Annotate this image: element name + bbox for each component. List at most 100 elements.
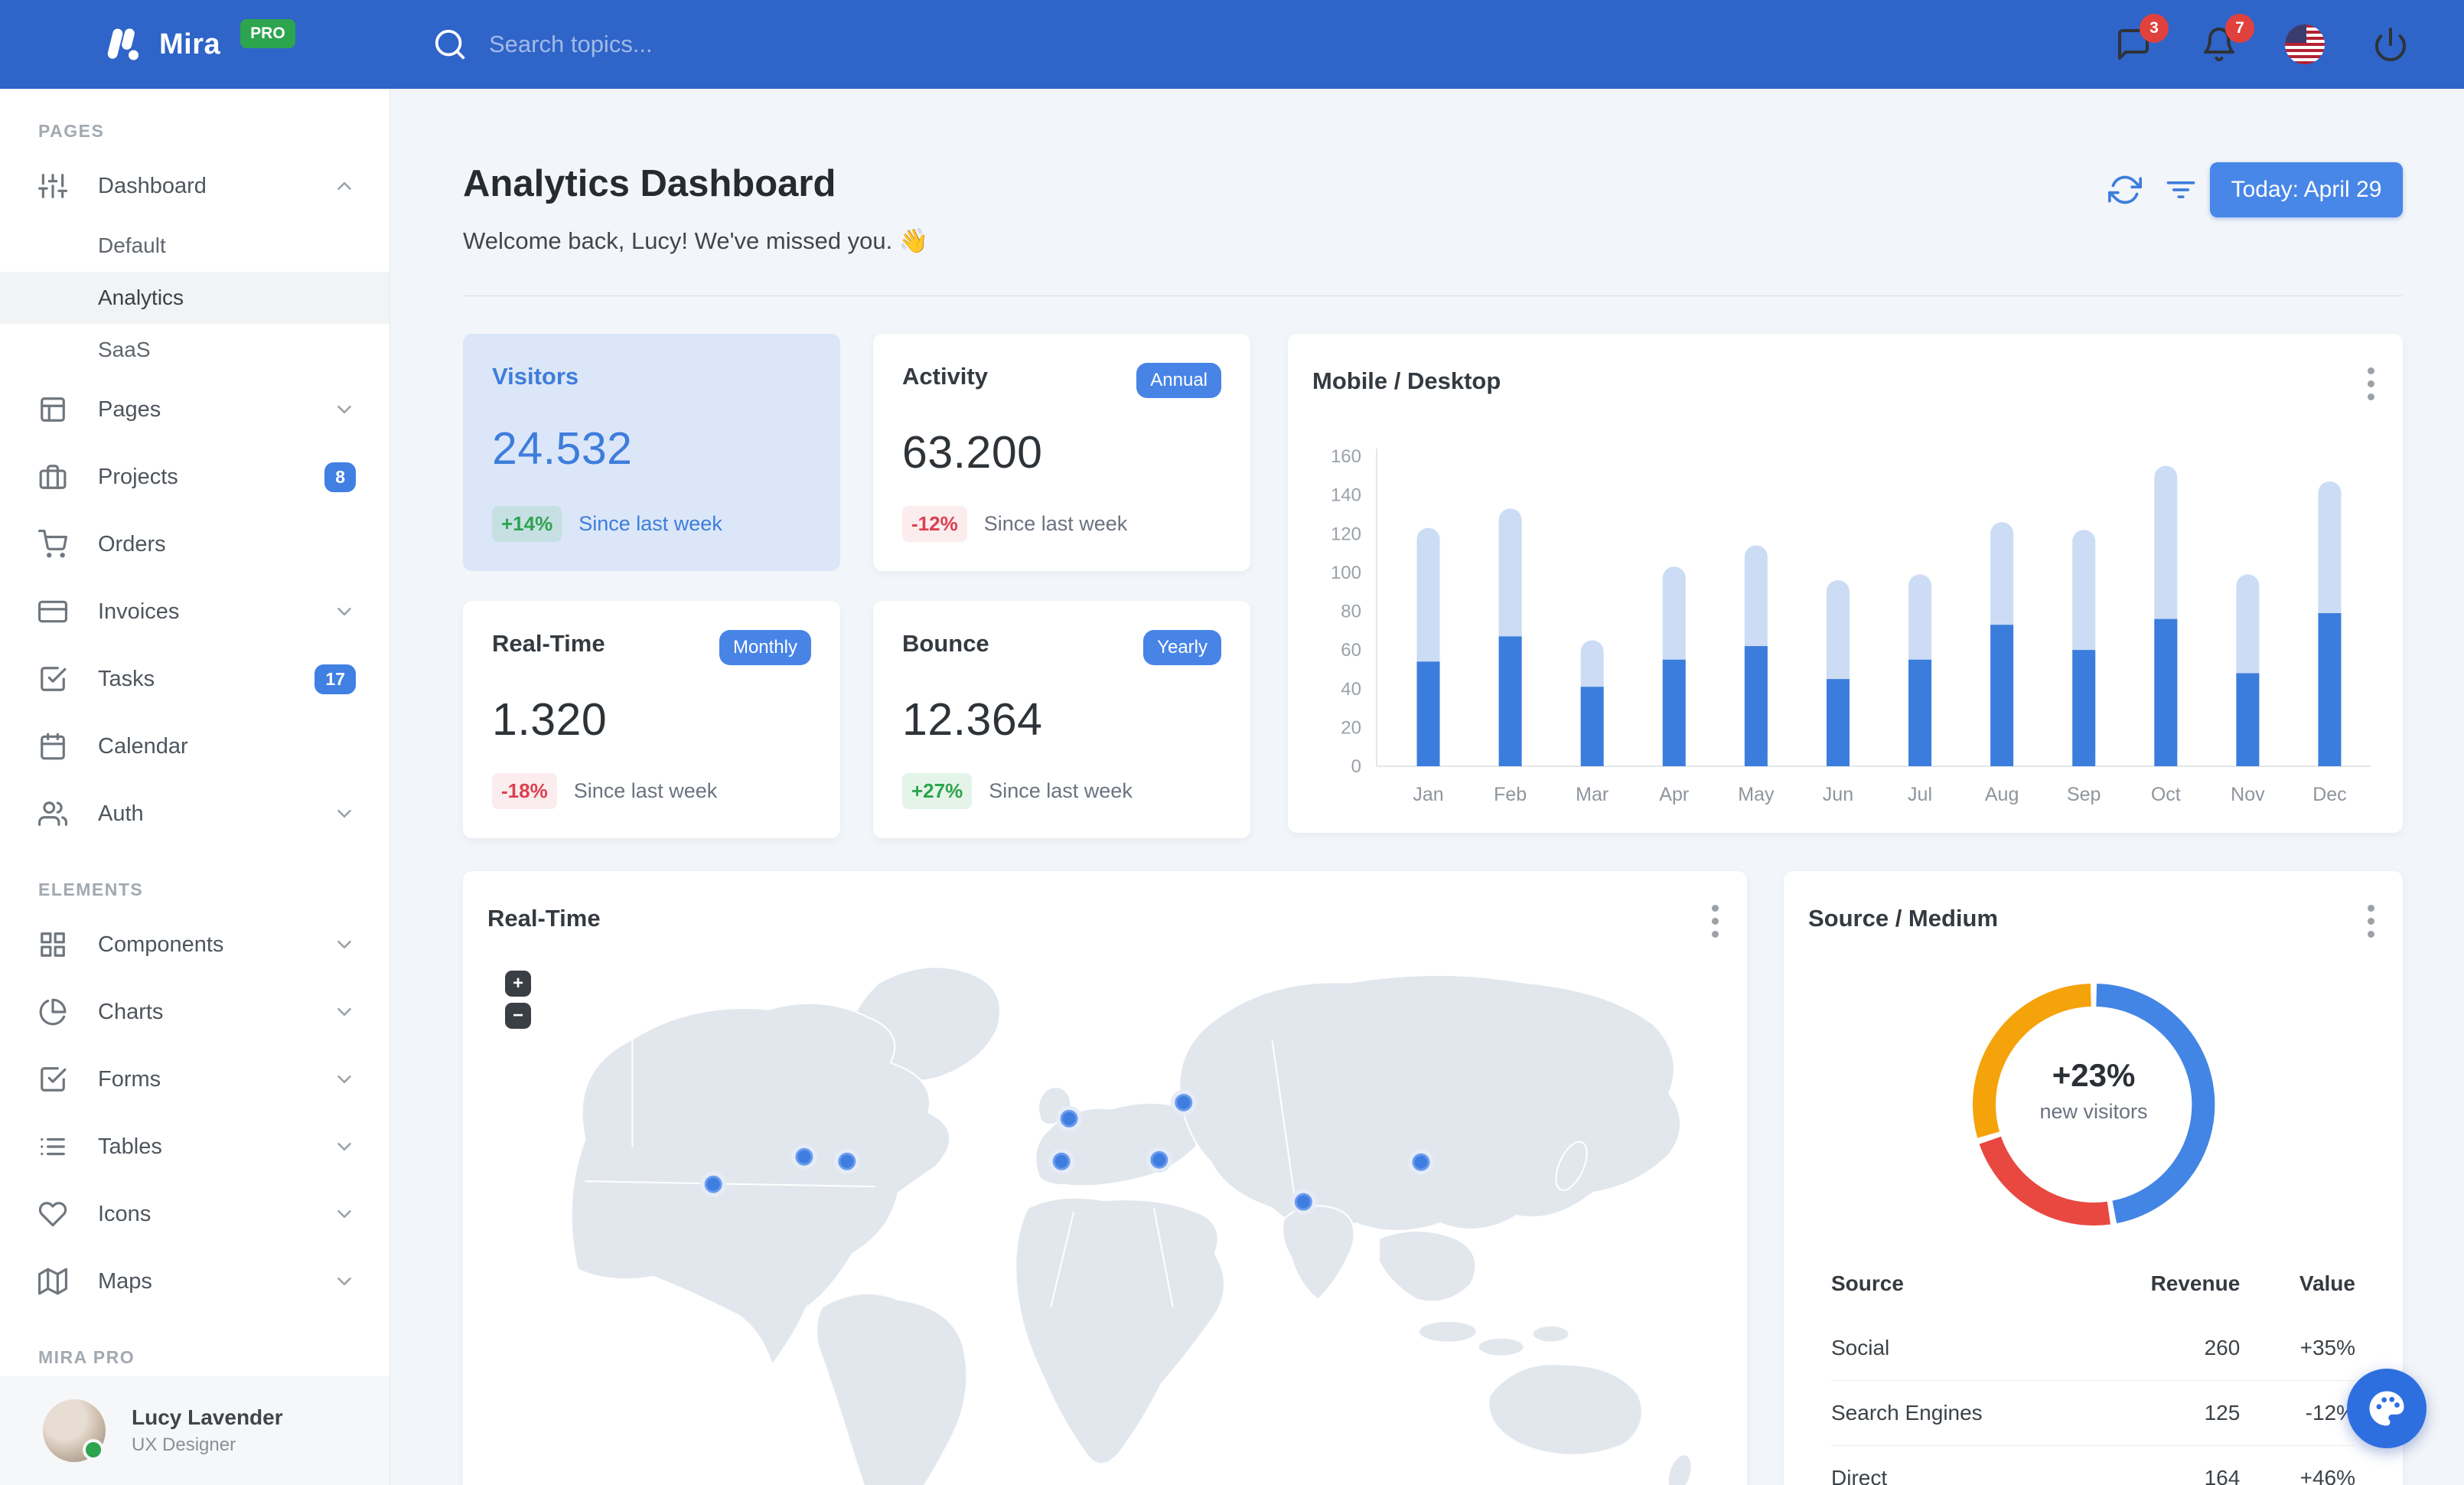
chev-up-icon [337, 182, 351, 190]
chevron-down-icon [333, 1068, 356, 1091]
stat-period-badge: Yearly [1143, 630, 1221, 665]
map-icon [38, 1267, 67, 1296]
source-menu-button[interactable] [2368, 905, 2375, 944]
messages-count-badge: 3 [2140, 14, 2169, 43]
sidebar-subitem-default[interactable]: Default [0, 220, 389, 272]
sidebar-subitem-label: SaaS [98, 338, 151, 361]
sidebar-badge: 8 [324, 462, 356, 492]
sidebar-item-forms[interactable]: Forms [0, 1046, 389, 1113]
donut-value: +23% [2052, 1057, 2136, 1093]
check-square-icon [41, 667, 67, 691]
date-range-button[interactable]: Today: April 29 [2210, 162, 2403, 217]
filter-button[interactable] [2164, 173, 2198, 207]
cell-source: Direct [1831, 1445, 2073, 1485]
chev-down-icon [337, 1075, 351, 1083]
stat-value: 63.200 [902, 426, 1043, 478]
sidebar-item-label: Auth [98, 801, 144, 826]
donut-sublabel: new visitors [2039, 1100, 2148, 1123]
credit-card-icon [38, 597, 67, 626]
stat-value: 1.320 [492, 694, 608, 745]
sidebar-item-projects[interactable]: Projects 8 [0, 443, 389, 511]
svg-text:Oct: Oct [2151, 784, 2181, 805]
sidebar-item-pages[interactable]: Pages [0, 376, 389, 443]
svg-text:80: 80 [1341, 602, 1361, 622]
svg-text:Sep: Sep [2067, 784, 2101, 805]
refresh-icon [2108, 175, 2142, 204]
layout-icon [41, 397, 65, 422]
stat-trend-chip: +27% [902, 773, 973, 809]
brand[interactable]: Mira PRO [0, 19, 390, 64]
sidebar-item-tables[interactable]: Tables [0, 1113, 389, 1180]
world-map [570, 966, 1693, 1485]
svg-text:Jan: Jan [1413, 784, 1443, 805]
stat-title: Bounce [902, 630, 989, 657]
stat-card-visitors: Visitors 24.532 +14% Since last week [463, 334, 840, 571]
map-icon [38, 1268, 67, 1295]
palette-icon [2369, 1391, 2404, 1426]
sidebar-item-invoices[interactable]: Invoices [0, 578, 389, 645]
sidebar-item-label: Dashboard [98, 173, 207, 198]
svg-text:20: 20 [1341, 717, 1361, 738]
chevron-down-icon [333, 1270, 356, 1293]
col-value: Value [2299, 1271, 2355, 1295]
sidebar-item-label: Projects [98, 464, 178, 489]
mobile-desktop-card: Mobile / Desktop 0 20 40 60 80 100 120 140 160 J… [1288, 334, 2403, 833]
cell-source: Search Engines [1831, 1380, 2073, 1446]
chev-down-icon [337, 406, 351, 413]
sidebar-item-orders[interactable]: Orders [0, 511, 389, 578]
theme-settings-fab[interactable] [2347, 1369, 2427, 1448]
mira-logo-icon [107, 28, 139, 60]
credit-card-icon [38, 600, 67, 623]
sidebar-item-tasks[interactable]: Tasks 17 [0, 645, 389, 713]
sidebar-item-auth[interactable]: Auth [0, 780, 389, 847]
stat-trend-chip: +14% [492, 506, 562, 542]
users-icon [38, 799, 67, 828]
notifications-button[interactable]: 7 [2199, 14, 2254, 64]
chev-down-icon [337, 608, 351, 615]
realtime-map-card: Real-Time + − [463, 871, 1747, 1485]
language-flag-button[interactable] [2285, 24, 2325, 64]
sidebar-item-components[interactable]: Components [0, 911, 389, 978]
svg-text:0: 0 [1351, 756, 1361, 777]
chevron-down-icon [333, 933, 356, 956]
sidebar-item-label: Maps [98, 1268, 152, 1294]
sidebar-item-dashboard[interactable]: Dashboard [0, 152, 389, 220]
header-divider [463, 295, 2403, 296]
stat-card-activity: Activity Annual 63.200 -12% Since last w… [873, 334, 1250, 571]
map-zoom-in-button[interactable]: + [505, 971, 531, 997]
refresh-button[interactable] [2108, 173, 2142, 207]
grid-icon [41, 932, 65, 957]
sidebar-user-profile[interactable]: Lucy Lavender UX Designer [0, 1376, 389, 1485]
briefcase-icon [39, 465, 67, 489]
svg-text:Jun: Jun [1823, 784, 1853, 805]
sidebar-item-calendar[interactable]: Calendar [0, 713, 389, 780]
stat-trend-chip: -12% [902, 506, 967, 542]
chart-title: Mobile / Desktop [1312, 367, 1501, 394]
cell-value: -12% [2240, 1380, 2355, 1446]
sidebar-item-icons[interactable]: Icons [0, 1180, 389, 1248]
stat-note: Since last week [573, 779, 718, 802]
sidebar-subitem-analytics[interactable]: Analytics [0, 272, 389, 324]
navbar-search [432, 27, 2114, 62]
calendar-icon [41, 733, 65, 760]
stat-note: Since last week [983, 512, 1128, 535]
messages-button[interactable]: 3 [2114, 14, 2169, 64]
sidebar-subitem-saas[interactable]: SaaS [0, 324, 389, 376]
map-menu-button[interactable] [1712, 905, 1719, 944]
logout-button[interactable] [2371, 24, 2410, 64]
page-subtitle: Welcome back, Lucy! We've missed you. 👋 [463, 227, 929, 254]
sidebar: PAGES Dashboard Default Analytics SaaS Page… [0, 89, 390, 1485]
stat-period-badge: Annual [1136, 363, 1221, 398]
svg-text:120: 120 [1331, 524, 1361, 544]
chart-menu-button[interactable] [2368, 367, 2375, 406]
sidebar-item-label: Components [98, 932, 224, 957]
search-input[interactable] [489, 31, 948, 58]
check-square-icon [38, 1065, 67, 1094]
sidebar-item-label: Orders [98, 531, 166, 556]
sidebar-item-charts[interactable]: Charts [0, 978, 389, 1046]
stat-title: Visitors [492, 363, 579, 390]
sidebar-item-maps[interactable]: Maps [0, 1248, 389, 1315]
map-zoom-out-button[interactable]: − [505, 1003, 531, 1029]
chev-down-icon [337, 1278, 351, 1285]
chevron-down-icon [333, 398, 356, 421]
